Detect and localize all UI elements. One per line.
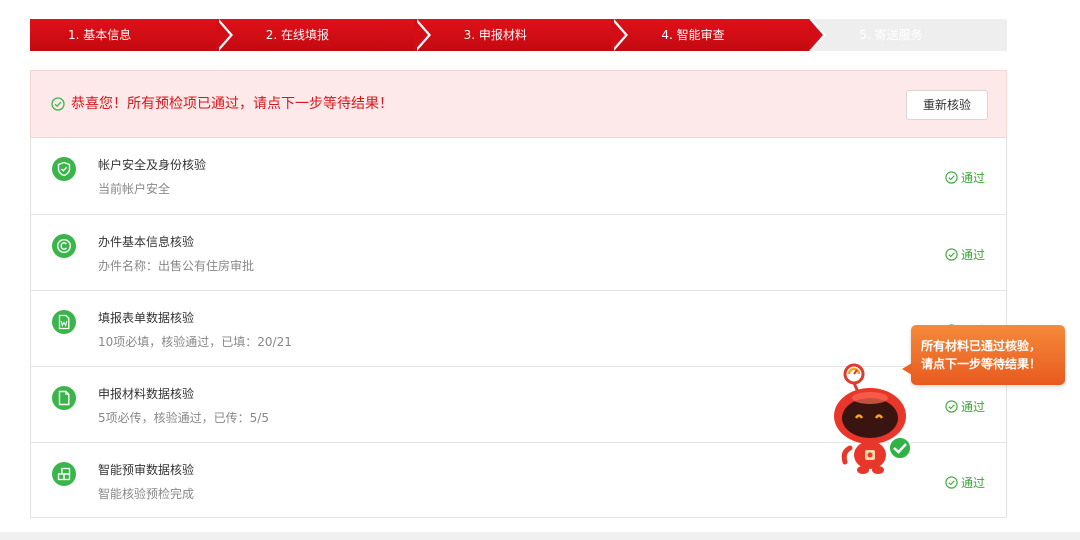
assistant-bubble: 所有材料已通过核验， 请点下一步等待结果！ — [902, 325, 1065, 385]
word-document-icon — [52, 310, 76, 334]
status-text: 通过 — [960, 476, 985, 490]
step-label: 5. 寄送服务 — [859, 28, 923, 42]
step-arrow — [809, 19, 824, 51]
check-circle-icon — [51, 97, 65, 111]
check-title: 智能预审数据核验 — [98, 463, 195, 477]
step-smart-review: 4. 智能审查 — [611, 19, 827, 51]
step-arrow — [611, 19, 626, 51]
list-item: 帐户安全及身份核验 当前帐户安全 通过 — [31, 138, 1006, 214]
step-arrow — [215, 19, 230, 51]
footer-strip — [0, 532, 1080, 540]
check-circle-icon — [945, 400, 958, 413]
step-label: 3. 申报材料 — [463, 28, 527, 42]
recheck-button[interactable]: 重新核验 — [906, 90, 988, 120]
banner-message: 恭喜您！所有预检项已通过，请点下一步等待结果！ — [71, 96, 393, 112]
step-arrow — [413, 19, 428, 51]
check-circle-icon — [945, 248, 958, 261]
progress-steps: 1. 基本信息 2. 在线填报 3. 申报材料 4. 智能审查 5. 寄送服务 — [30, 19, 1007, 51]
check-desc: 10项必填，核验通过，已填：20/21 — [98, 335, 292, 349]
bubble-line-2: 请点下一步等待结果！ — [921, 357, 1042, 371]
list-item: 填报表单数据核验 10项必填，核验通过，已填：20/21 通过 — [31, 290, 1006, 366]
list-item: 办件基本信息核验 办件名称：出售公有住房审批 通过 — [31, 214, 1006, 290]
file-icon — [52, 386, 76, 410]
step-basic-info: 1. 基本信息 — [30, 19, 233, 51]
blocks-icon — [52, 462, 76, 486]
step-delivery: 5. 寄送服务 — [809, 19, 1007, 51]
step-online-fill: 2. 在线填报 — [215, 19, 431, 51]
copyright-icon — [52, 234, 76, 258]
check-title: 申报材料数据核验 — [98, 387, 195, 401]
check-desc: 5项必传，核验通过，已传：5/5 — [98, 411, 269, 425]
bubble-line-1: 所有材料已通过核验， — [921, 339, 1042, 353]
check-desc: 办件名称：出售公有住房审批 — [98, 259, 255, 273]
step-label: 1. 基本信息 — [68, 28, 132, 42]
success-banner: 恭喜您！所有预检项已通过，请点下一步等待结果！ 重新核验 — [30, 70, 1007, 138]
step-label: 2. 在线填报 — [265, 28, 330, 42]
check-circle-icon — [945, 171, 958, 184]
check-desc: 当前帐户安全 — [98, 182, 171, 196]
step-label: 4. 智能审查 — [661, 28, 725, 42]
status-badge: 通过 — [945, 169, 985, 186]
check-title: 帐户安全及身份核验 — [98, 158, 207, 172]
step-materials: 3. 申报材料 — [413, 19, 629, 51]
check-desc: 智能核验预检完成 — [98, 487, 195, 501]
status-badge: 通过 — [945, 474, 985, 491]
status-text: 通过 — [960, 248, 985, 262]
status-text: 通过 — [960, 171, 985, 185]
shield-check-icon — [52, 157, 76, 181]
status-badge: 通过 — [945, 398, 985, 415]
status-badge: 通过 — [945, 246, 985, 263]
check-title: 办件基本信息核验 — [98, 235, 195, 249]
robot-mascot-icon — [834, 363, 912, 474]
status-text: 通过 — [960, 400, 985, 414]
check-circle-icon — [945, 476, 958, 489]
check-title: 填报表单数据核验 — [98, 311, 195, 325]
